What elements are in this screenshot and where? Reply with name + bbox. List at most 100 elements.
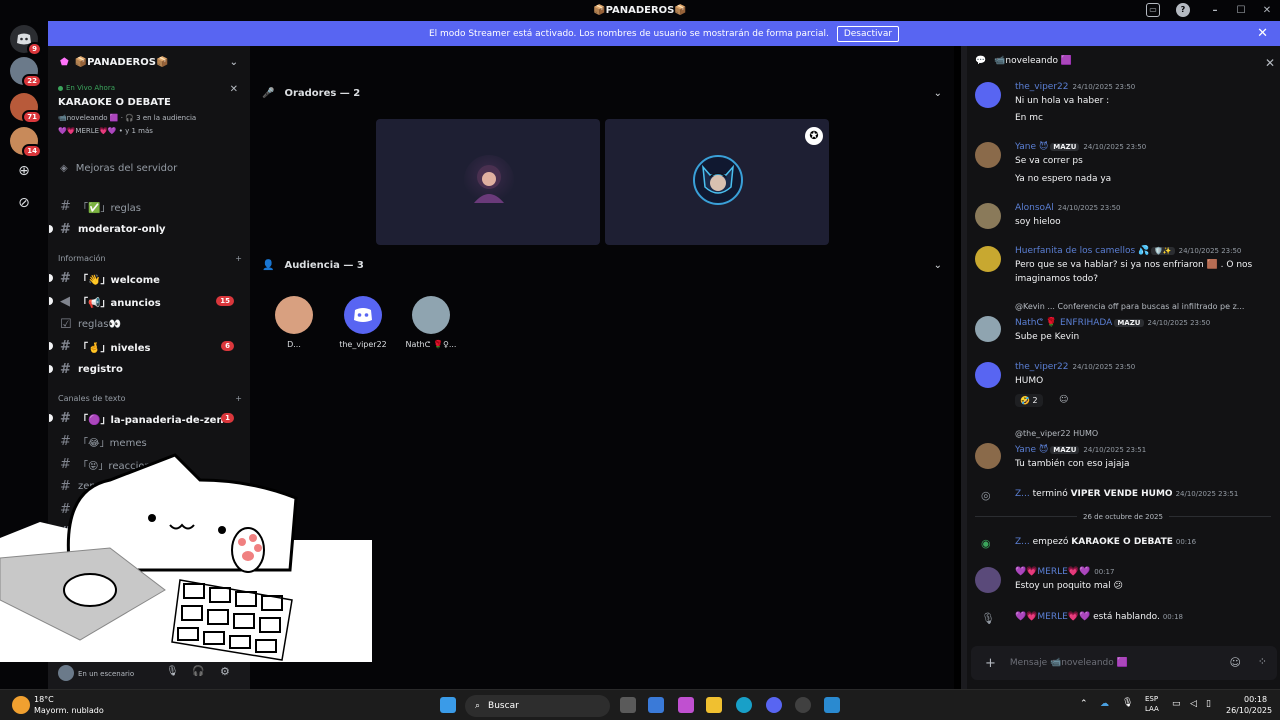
battery-icon[interactable]: ▯ xyxy=(1206,699,1211,709)
channel-la-panaderia-de-zen[interactable]: # 「🟣」la-panaderia-de-zen 1 xyxy=(49,408,242,428)
avatar[interactable] xyxy=(975,316,1001,342)
category-canales-de-texto[interactable]: Canales de texto + xyxy=(58,394,242,403)
server-icon-1[interactable]: 22 xyxy=(10,57,42,88)
close-window-button[interactable]: ✕ xyxy=(1254,5,1280,16)
app-icon[interactable] xyxy=(824,697,840,713)
audience-header[interactable]: 👤 Audiencia — 3 xyxy=(262,260,364,271)
plus-icon[interactable]: + xyxy=(985,656,996,671)
live-stage-card[interactable]: En Vivo Ahora KARAOKE O DEBATE 📹novelean… xyxy=(48,80,250,152)
weather-icon[interactable] xyxy=(12,696,30,714)
task-view-icon[interactable] xyxy=(620,697,636,713)
cloud-icon[interactable]: ☁ xyxy=(1100,699,1109,709)
discord-home-icon[interactable]: 9 xyxy=(10,25,42,56)
message-composer[interactable]: + Mensaje 📹noveleando 🟪 ☺ ⁘ xyxy=(971,646,1277,680)
emoji-icon[interactable]: ☺ xyxy=(1230,656,1241,669)
inbox-icon[interactable]: ▭ xyxy=(1146,3,1160,17)
audience-member[interactable]: Nath⁠ᕦ 🌹♀... xyxy=(396,296,466,349)
speakers-header[interactable]: 🎤 Oradores — 2 xyxy=(262,88,360,99)
message-text: Pero que se va hablar? si ya nos enfriar… xyxy=(1015,260,1253,270)
notice-user[interactable]: Z... xyxy=(1015,537,1030,547)
timestamp: 00:17 xyxy=(1094,568,1115,576)
server-icon-3[interactable]: 14 xyxy=(10,127,42,158)
chevron-down-icon[interactable]: ⌄ xyxy=(934,88,942,99)
add-channel-icon[interactable]: + xyxy=(235,254,242,263)
avatar[interactable] xyxy=(975,362,1001,388)
title-bar: 📦PANADEROS📦 ▭ ? – ☐ ✕ xyxy=(0,0,1280,21)
speaker-tile[interactable]: ✪ xyxy=(605,119,829,245)
explore-icon[interactable]: ⊘ xyxy=(14,195,34,215)
chevron-down-icon[interactable]: ⌄ xyxy=(934,260,942,271)
avatar[interactable] xyxy=(58,665,74,681)
server-boost-item[interactable]: ◈ Mejoras del servidor xyxy=(56,158,242,178)
copilot-icon[interactable] xyxy=(678,697,694,713)
close-icon[interactable]: ✕ xyxy=(230,84,238,95)
reaction-chip[interactable]: 🤣 2 xyxy=(1015,394,1043,407)
channel-registro[interactable]: # registro xyxy=(49,359,242,379)
mic-icon[interactable]: 🎙 xyxy=(1122,698,1133,708)
avatar[interactable] xyxy=(975,82,1001,108)
channel-welcome[interactable]: # 「👋」welcome xyxy=(49,268,242,288)
close-icon[interactable]: ✕ xyxy=(1265,56,1275,70)
message-author[interactable]: Nath⁠ᕦ 🌹 ENFRIHADA MAZU 24/10/2025 23:50 xyxy=(1015,318,1210,328)
weather-desc[interactable]: Mayorm. nublado xyxy=(34,706,104,715)
message-author[interactable]: 💜💗MERLE💗💜 00:17 xyxy=(1015,567,1114,577)
audience-member[interactable]: the_viper22 xyxy=(328,296,398,349)
discord-taskbar-icon[interactable] xyxy=(766,697,782,713)
taskbar-search[interactable]: ⌕ Buscar xyxy=(465,695,610,717)
app-icon[interactable] xyxy=(795,697,811,713)
region-indicator[interactable]: LAA xyxy=(1145,705,1159,713)
server-icon-2[interactable]: 71 xyxy=(10,93,42,124)
speaker-tile[interactable] xyxy=(376,119,600,245)
channel-anuncios[interactable]: ◀ 「📢」anuncios 15 xyxy=(49,291,242,311)
avatar[interactable] xyxy=(975,443,1001,469)
audience-member[interactable]: D... xyxy=(259,296,329,349)
channel-memes[interactable]: # 「😂」memes xyxy=(56,431,242,451)
file-explorer-icon[interactable] xyxy=(706,697,722,713)
message-author[interactable]: Huerfanita de los camellos 💦 🛡️✨ 24/10/202… xyxy=(1015,246,1241,256)
apps-icon[interactable]: ⁘ xyxy=(1258,655,1267,668)
weather-temp[interactable]: 18°C xyxy=(34,695,54,704)
category-informacion[interactable]: Información + xyxy=(58,254,242,263)
chevron-up-icon[interactable]: ⌃ xyxy=(1080,699,1088,709)
minimize-button[interactable]: – xyxy=(1202,5,1228,16)
reply-preview[interactable]: @the_viper22 HUMO xyxy=(1015,429,1098,438)
message-author[interactable]: Yane 😈 MAZU 24/10/2025 23:51 xyxy=(1015,445,1146,455)
avatar xyxy=(344,296,382,334)
mic-icon[interactable]: 🎙 xyxy=(166,666,179,677)
reply-preview[interactable]: @Kevin ... Conferencia off para buscas a… xyxy=(1015,302,1244,311)
channel-reglas[interactable]: # 「✅」reglas xyxy=(56,196,242,216)
help-icon[interactable]: ? xyxy=(1176,3,1190,17)
message-author[interactable]: the_viper22 24/10/2025 23:50 xyxy=(1015,82,1135,92)
channel-moderator-only[interactable]: # moderator-only xyxy=(49,219,242,239)
headphones-icon[interactable]: 🎧 xyxy=(192,666,204,677)
add-channel-icon[interactable]: + xyxy=(235,394,242,403)
server-header[interactable]: ⬟ 📦PANADEROS📦 ⌄ xyxy=(48,46,250,78)
language-indicator[interactable]: ESP xyxy=(1145,695,1158,703)
notice-user[interactable]: Z... xyxy=(1015,489,1030,499)
edge-icon[interactable] xyxy=(736,697,752,713)
add-reaction-icon[interactable]: ☺ xyxy=(1059,395,1068,405)
clock-date[interactable]: 26/10/2025 xyxy=(1226,706,1272,715)
avatar[interactable] xyxy=(975,142,1001,168)
avatar[interactable] xyxy=(975,567,1001,593)
network-icon[interactable]: ▭ xyxy=(1172,699,1181,709)
channel-reglas-2[interactable]: ☑ reglas👀 xyxy=(56,314,242,334)
avatar[interactable] xyxy=(975,246,1001,272)
message-author[interactable]: the_viper22 24/10/2025 23:50 xyxy=(1015,362,1135,372)
deactivate-button[interactable]: Desactivar xyxy=(836,25,900,42)
clock-time[interactable]: 00:18 xyxy=(1244,695,1267,704)
notice-user[interactable]: 💜💗MERLE💗💜 xyxy=(1015,612,1090,622)
start-icon[interactable] xyxy=(440,697,456,713)
channel-niveles[interactable]: # 「🤞」niveles 6 xyxy=(49,336,242,356)
add-server-icon[interactable]: ⊕ xyxy=(14,163,34,183)
channel-label: 「👋」welcome xyxy=(78,274,160,286)
avatar[interactable] xyxy=(975,203,1001,229)
gear-icon[interactable]: ⚙ xyxy=(220,665,230,678)
message-author[interactable]: AlonsoAl 24/10/2025 23:50 xyxy=(1015,203,1120,213)
store-icon[interactable] xyxy=(648,697,664,713)
composer-placeholder[interactable]: Mensaje 📹noveleando 🟪 xyxy=(1010,658,1128,668)
maximize-button[interactable]: ☐ xyxy=(1228,5,1254,16)
banner-close-icon[interactable]: ✕ xyxy=(1257,26,1268,41)
volume-icon[interactable]: ◁ xyxy=(1190,699,1197,709)
message-author[interactable]: Yane 😈 MAZU 24/10/2025 23:50 xyxy=(1015,142,1146,152)
